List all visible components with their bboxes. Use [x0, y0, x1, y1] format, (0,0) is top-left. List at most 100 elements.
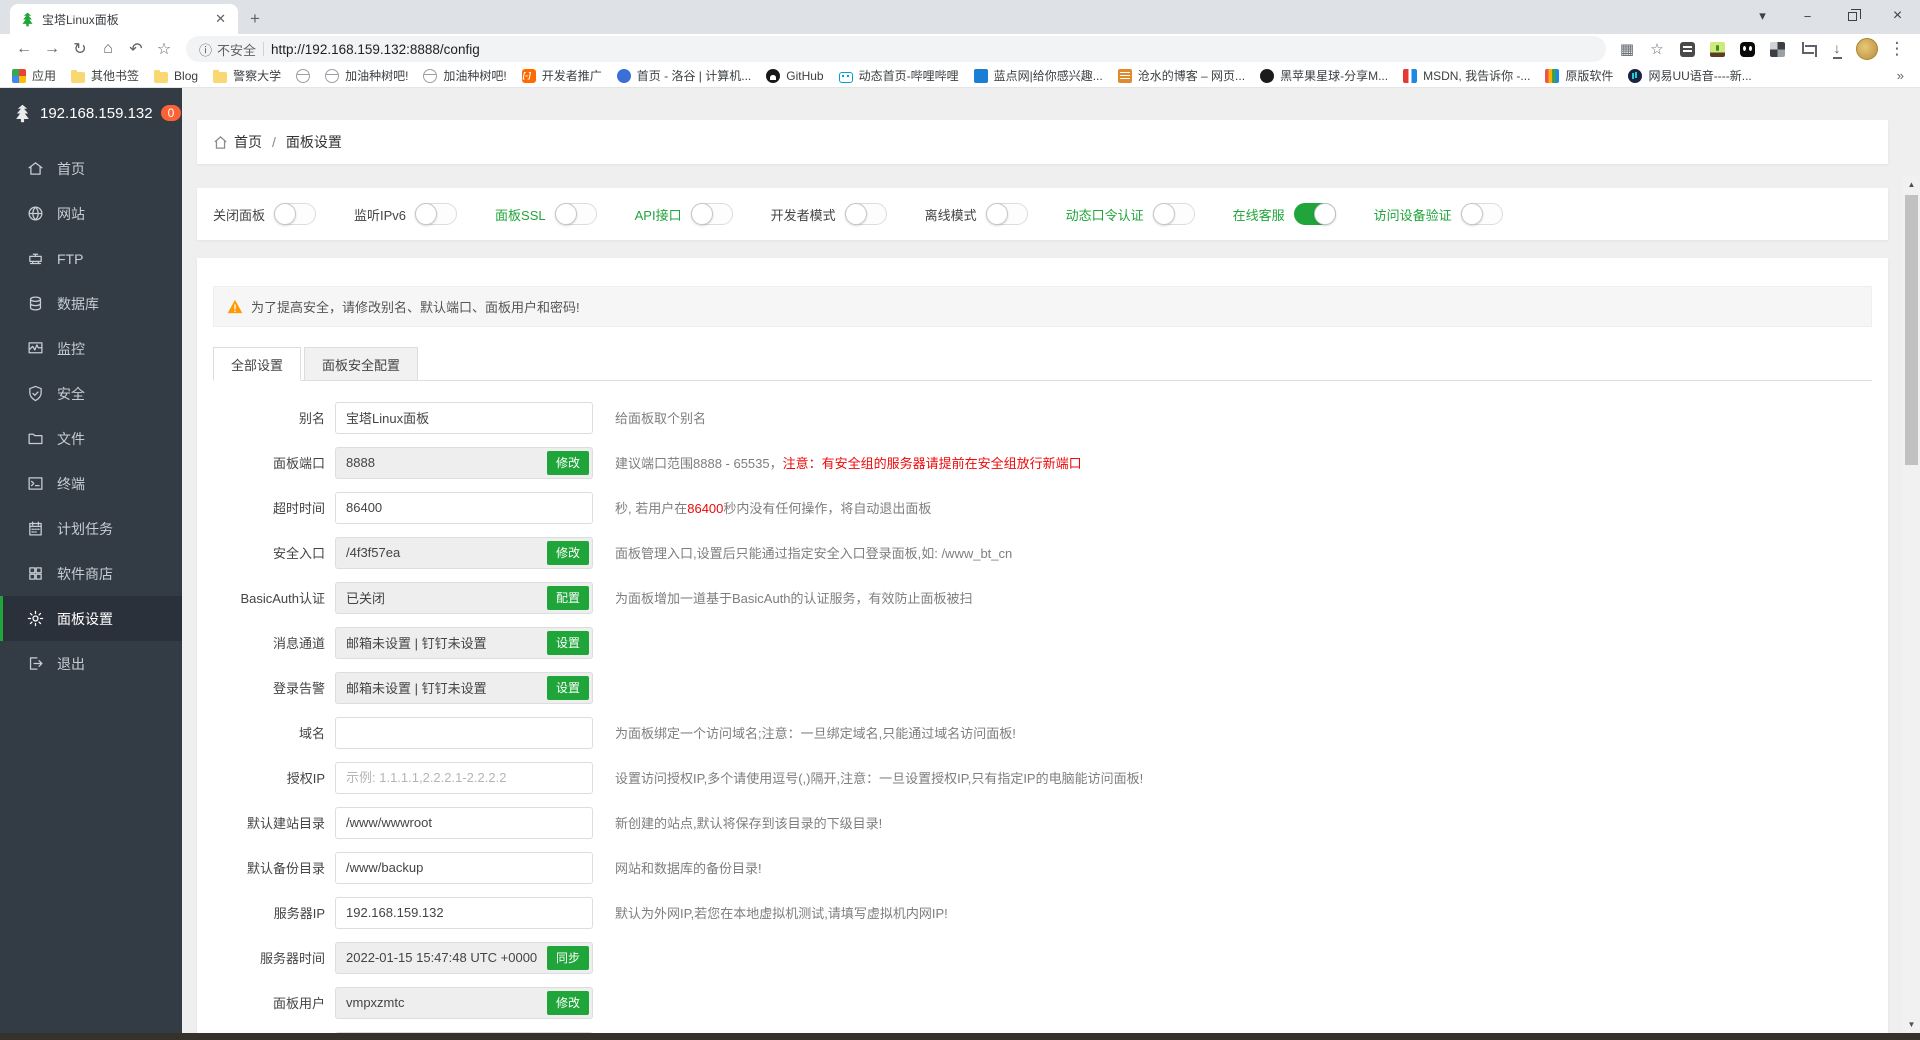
bookmark-item[interactable]: 加油种树吧! — [325, 67, 408, 84]
settings-tab[interactable]: 面板安全配置 — [304, 347, 418, 381]
info-icon[interactable]: ⓘ — [199, 40, 212, 59]
bookmark-item[interactable]: GitHub — [766, 69, 823, 83]
extension-database-icon[interactable] — [1674, 36, 1700, 62]
toggle-label[interactable]: 访问设备验证 — [1374, 205, 1452, 224]
bookmark-this-page-icon[interactable]: ☆ — [1644, 36, 1670, 62]
bookmark-item[interactable]: 警察大学 — [213, 67, 281, 84]
bookmark-item[interactable]: 蓝点网|给你感兴趣... — [974, 67, 1103, 84]
toggle-switch[interactable] — [1294, 203, 1336, 225]
bookmark-item[interactable]: 网易UU语音----新... — [1628, 67, 1751, 84]
tab-search-icon[interactable]: ▾ — [1740, 0, 1785, 32]
home-icon[interactable]: ⌂ — [94, 36, 122, 62]
scroll-up-icon[interactable]: ▲ — [1903, 176, 1920, 193]
field-input[interactable] — [335, 852, 593, 884]
bookmark-item[interactable]: 应用 — [12, 67, 56, 84]
sidebar-header[interactable]: 192.168.159.132 0 — [0, 88, 182, 138]
bookmark-item[interactable]: Blog — [154, 69, 198, 83]
reload-icon[interactable]: ↻ — [66, 36, 94, 62]
message-count-badge[interactable]: 0 — [161, 105, 182, 121]
forward-icon[interactable]: → — [38, 36, 66, 62]
toggle-switch[interactable] — [691, 203, 733, 225]
sidebar-item-monitor[interactable]: 监控 — [0, 326, 182, 371]
field-hint: 为面板增加一道基于BasicAuth的认证服务，有效防止面板被扫 — [615, 588, 973, 607]
profile-avatar[interactable] — [1854, 36, 1880, 62]
toggle-label[interactable]: 在线客服 — [1233, 205, 1285, 224]
breadcrumb-home-link[interactable]: 首页 — [234, 132, 262, 152]
bookmark-star-icon[interactable]: ☆ — [150, 36, 178, 62]
back-icon[interactable]: ← — [10, 36, 38, 62]
tab-close-icon[interactable]: ✕ — [213, 11, 228, 27]
sidebar-item-database[interactable]: 数据库 — [0, 281, 182, 326]
sidebar-item-logout[interactable]: 退出 — [0, 641, 182, 686]
toggle-switch[interactable] — [845, 203, 887, 225]
github-icon — [766, 69, 780, 83]
new-tab-button[interactable]: + — [250, 9, 260, 29]
field-action-button[interactable]: 设置 — [547, 676, 589, 700]
field-action-button[interactable]: 修改 — [547, 991, 589, 1015]
downloads-icon[interactable]: ↓ — [1824, 36, 1850, 62]
toggle-label[interactable]: API接口 — [635, 205, 682, 224]
browser-tab[interactable]: 宝塔Linux面板 ✕ — [10, 4, 238, 34]
toggle-label[interactable]: 关闭面板 — [213, 205, 265, 224]
field-input[interactable] — [335, 402, 593, 434]
sidebar-item-shield[interactable]: 安全 — [0, 371, 182, 416]
toggle-label[interactable]: 开发者模式 — [771, 205, 836, 224]
scrollbar-thumb[interactable] — [1905, 195, 1918, 465]
bookmark-item[interactable]: 原版软件 — [1545, 67, 1613, 84]
field-input[interactable] — [335, 717, 593, 749]
extension-blocks-icon[interactable] — [1764, 36, 1790, 62]
sidebar-item-gear[interactable]: 面板设置 — [0, 596, 182, 641]
close-window-button[interactable]: × — [1875, 0, 1920, 32]
sidebar-item-terminal[interactable]: 终端 — [0, 461, 182, 506]
toggle-switch[interactable] — [1153, 203, 1195, 225]
toggle-switch[interactable] — [555, 203, 597, 225]
field-action-button[interactable]: 配置 — [547, 586, 589, 610]
field-input[interactable] — [335, 807, 593, 839]
sidebar-item-home[interactable]: 首页 — [0, 146, 182, 191]
toggle-label[interactable]: 动态口令认证 — [1066, 205, 1144, 224]
qr-code-icon[interactable]: ▦ — [1614, 36, 1640, 62]
sidebar-item-calendar[interactable]: 计划任务 — [0, 506, 182, 551]
restore-button[interactable] — [1830, 0, 1875, 32]
bookmark-item[interactable]: 沧水的博客 – 网页... — [1118, 67, 1245, 84]
screenshot-crop-icon[interactable] — [1794, 36, 1820, 62]
minimize-button[interactable]: − — [1785, 0, 1830, 32]
field-input[interactable] — [335, 897, 593, 929]
scroll-down-icon[interactable]: ▼ — [1903, 1016, 1920, 1033]
toggle-switch[interactable] — [274, 203, 316, 225]
bookmark-item[interactable]: MSDN, 我告诉你 -... — [1403, 67, 1530, 84]
toggle-label[interactable]: 离线模式 — [925, 205, 977, 224]
sidebar-item-ftp[interactable]: FTP — [0, 236, 182, 281]
sidebar-item-store[interactable]: 软件商店 — [0, 551, 182, 596]
field-input[interactable] — [335, 492, 593, 524]
sidebar-item-folder[interactable]: 文件 — [0, 416, 182, 461]
field-action-button[interactable]: 同步 — [547, 946, 589, 970]
bookmark-item[interactable]: 加油种树吧! — [423, 67, 506, 84]
bookmark-item[interactable]: 黑苹果星球-分享M... — [1260, 67, 1388, 84]
bookmark-item[interactable] — [296, 69, 310, 83]
settings-tab[interactable]: 全部设置 — [213, 347, 301, 381]
bookmark-item[interactable]: 动态首页-哔哩哔哩 — [839, 67, 959, 84]
kebab-menu-icon[interactable]: ⋮ — [1884, 36, 1910, 62]
field-input[interactable] — [335, 762, 593, 794]
bookmark-item[interactable]: 其他书签 — [71, 67, 139, 84]
field-action-button[interactable]: 修改 — [547, 541, 589, 565]
toggle-label[interactable]: 面板SSL — [495, 205, 546, 224]
field-action-button[interactable]: 修改 — [547, 451, 589, 475]
address-bar[interactable]: ⓘ 不安全 http://192.168.159.132:8888/config — [186, 36, 1606, 62]
toggle-switch[interactable] — [415, 203, 457, 225]
bookmark-item[interactable]: 首页 - 洛谷 | 计算机... — [617, 67, 751, 84]
field-action-button[interactable]: 设置 — [547, 631, 589, 655]
sidebar-item-globe[interactable]: 网站 — [0, 191, 182, 236]
toggle-label[interactable]: 监听IPv6 — [354, 205, 406, 224]
toggle-switch[interactable] — [1461, 203, 1503, 225]
page-scrollbar[interactable]: ▲ ▼ — [1903, 176, 1920, 1040]
bookmarks-overflow-icon[interactable]: » — [1897, 68, 1908, 83]
extension-sprout-icon[interactable] — [1704, 36, 1730, 62]
url-text[interactable]: http://192.168.159.132:8888/config — [271, 42, 480, 57]
toggle-switch[interactable] — [986, 203, 1028, 225]
bookmark-item[interactable]: 开发者推广 — [522, 67, 602, 84]
undo-extension-icon[interactable]: ↶ — [122, 36, 150, 62]
extension-panda-icon[interactable] — [1734, 36, 1760, 62]
sidebar: 192.168.159.132 0 首页 网站 FTP 数据库 监控 安全 文件… — [0, 88, 182, 1040]
